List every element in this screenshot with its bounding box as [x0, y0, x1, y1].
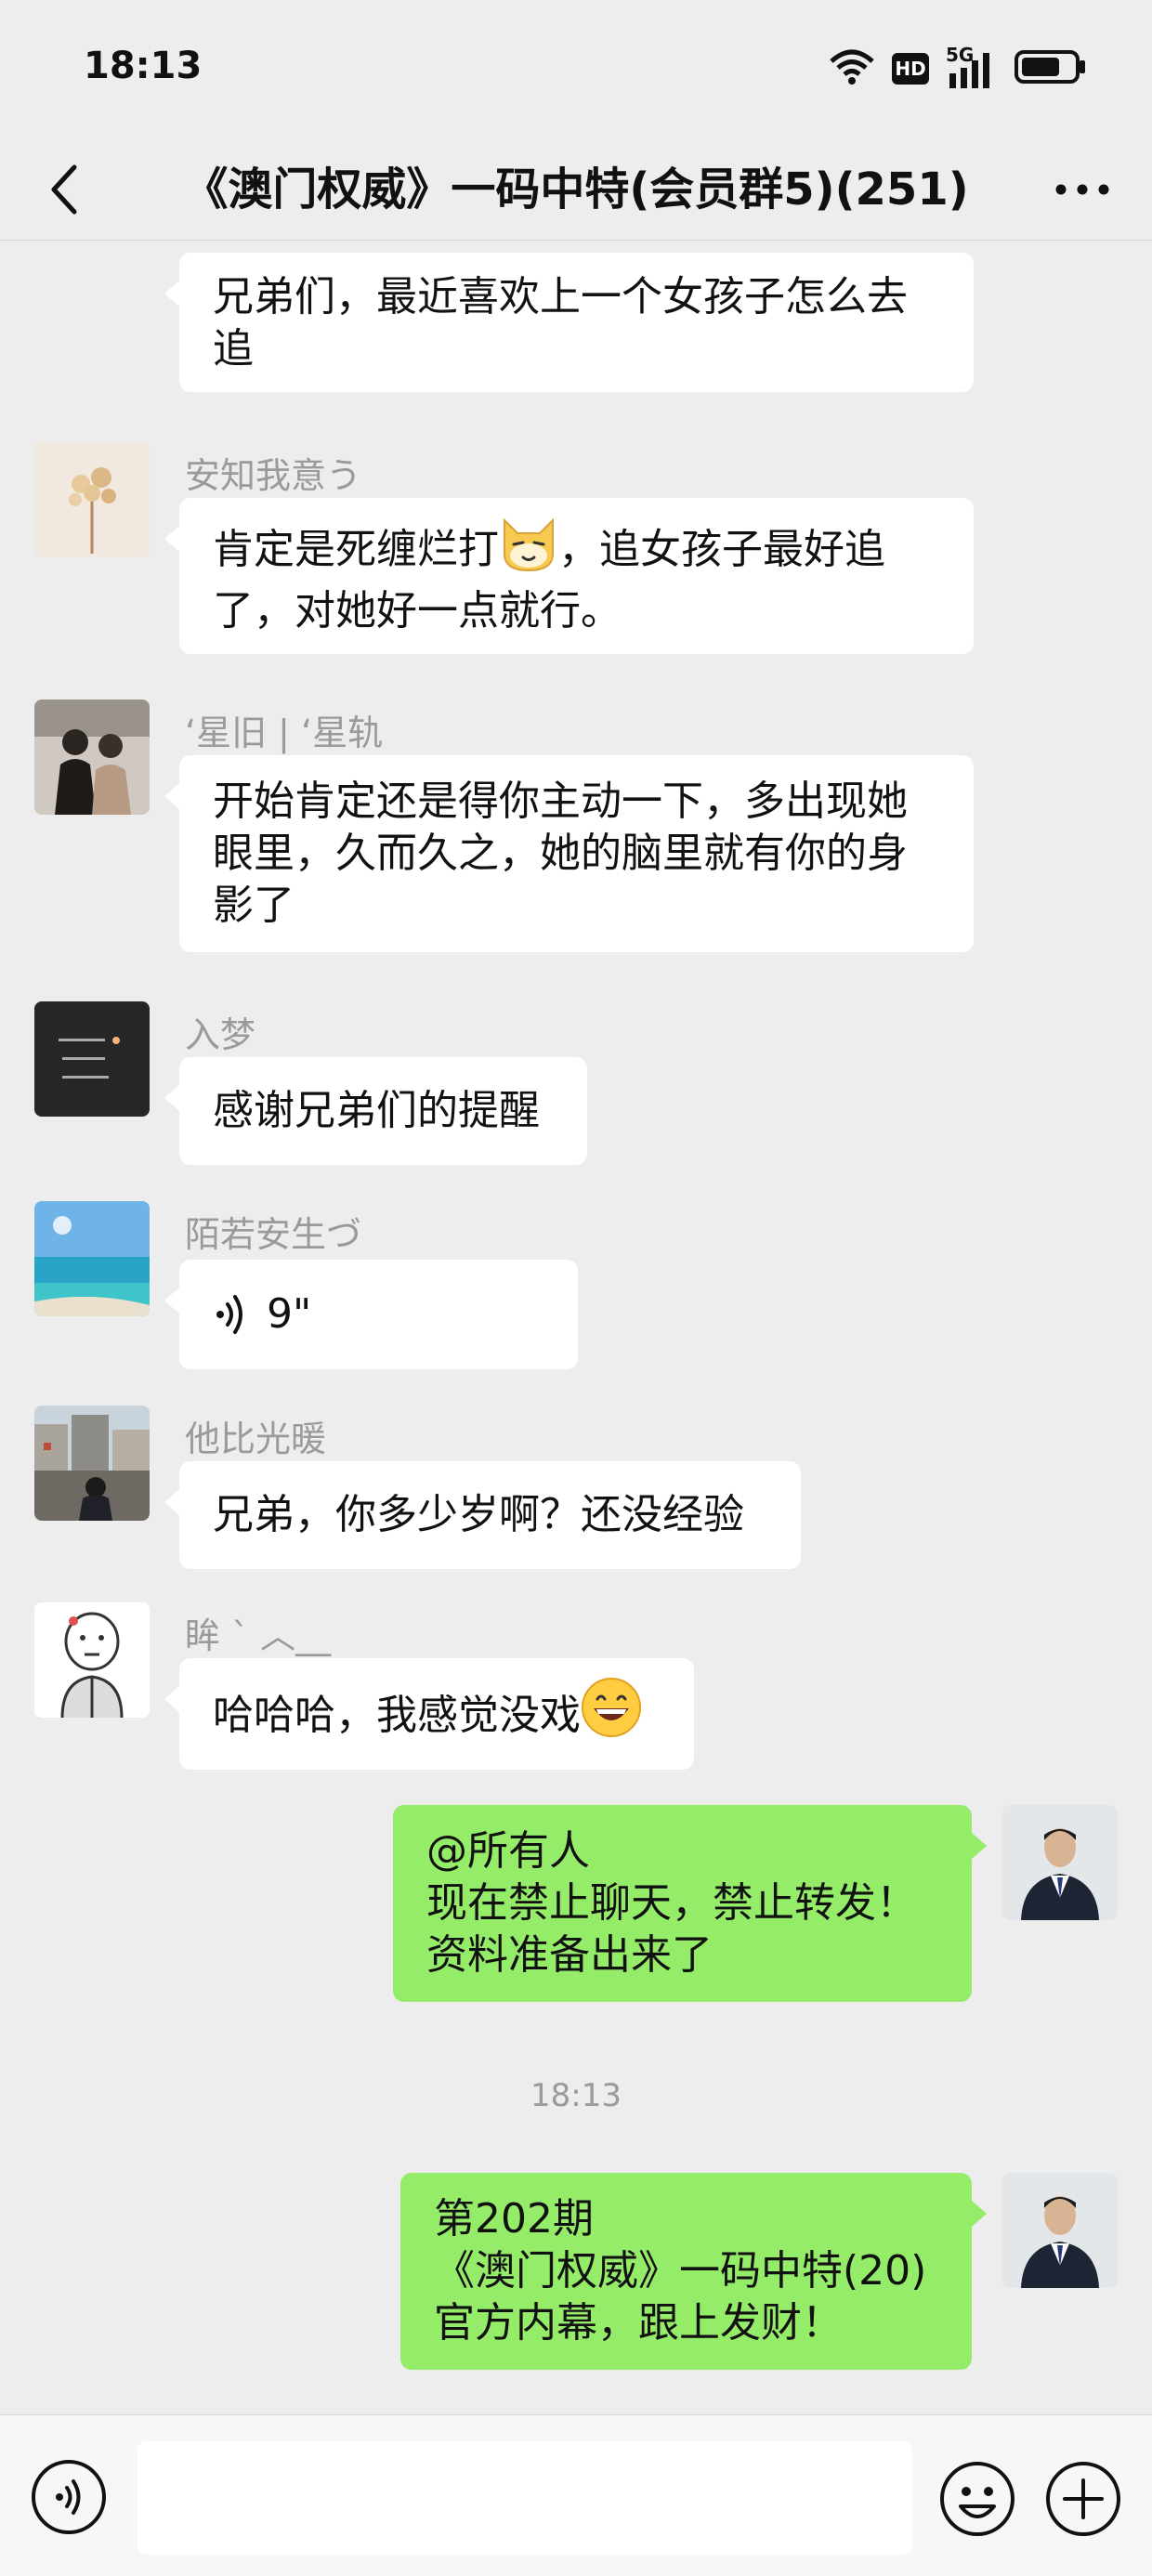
sender-name: 陌若安生づ — [185, 1214, 362, 1255]
message-bubble[interactable]: 第202期 《澳门权威》一码中特(20) 官方内幕，跟上发财！ — [400, 2173, 987, 2370]
message-input[interactable] — [137, 2441, 912, 2555]
message-item: 安知我意う 肯定是死缠烂打 ，追女孩子最好追 了，对她好一点就行。 — [0, 442, 1152, 665]
chevron-left-icon — [51, 164, 77, 215]
chat-title: 《澳门权威》一码中特(会员群5)(251) — [183, 163, 969, 216]
battery-icon — [1015, 48, 1087, 89]
avatar[interactable] — [34, 442, 150, 557]
status-bar: 18:13 HD 5G — [0, 0, 1152, 139]
message-item: 陌若安生づ 9" — [0, 1201, 1152, 1387]
message-item: 第202期 《澳门权威》一码中特(20) 官方内幕，跟上发财！ — [0, 2173, 1152, 2396]
avatar[interactable] — [34, 700, 150, 815]
message-text: 眼里，久而久之，她的脑里就有你的身 — [213, 830, 908, 877]
message-text: @所有人 — [426, 1827, 590, 1875]
voice-wave-icon — [216, 1295, 242, 1334]
avatar[interactable] — [1002, 1805, 1118, 1920]
chat-message-list[interactable]: 兄弟们，最近喜欢上一个女孩子怎么去 追 安知我意う 肯定是死缠烂打 ，追女孩子最好… — [0, 241, 1152, 2414]
status-icons: HD 5G — [829, 44, 1087, 93]
message-bubble[interactable]: 开始肯定还是得你主动一下，多出现她 眼里，久而久之，她的脑里就有你的身 影了 — [164, 755, 974, 952]
more-button[interactable] — [1041, 156, 1124, 223]
message-bubble[interactable]: 哈哈哈，我感觉没戏 — [164, 1658, 694, 1770]
avatar[interactable] — [34, 1602, 150, 1718]
status-time: 18:13 — [84, 45, 203, 87]
message-text: 影了 — [213, 882, 295, 929]
avatar[interactable] — [34, 1001, 150, 1117]
sender-name: 安知我意う — [185, 455, 362, 496]
message-text: 《澳门权威》一码中特(20) — [434, 2247, 927, 2295]
message-item: 入梦 感谢兄弟们的提醒 — [0, 1001, 1152, 1178]
message-item: 兄弟们，最近喜欢上一个女孩子怎么去 追 — [0, 241, 1152, 426]
more-functions-button[interactable] — [1044, 2460, 1122, 2538]
sender-name: ‘星旧 | ‘星轨 — [185, 713, 384, 753]
message-text: 兄弟们，最近喜欢上一个女孩子怎么去 — [213, 273, 908, 320]
signal-5g-icon: 5G — [946, 44, 998, 88]
message-text: 肯定是死缠烂打 ，追女孩子最好追 — [213, 517, 940, 585]
sender-name: 他比光暖 — [185, 1419, 327, 1459]
plus-icon — [1046, 2462, 1120, 2536]
message-bubble[interactable]: 肯定是死缠烂打 ，追女孩子最好追 了，对她好一点就行。 — [164, 498, 974, 654]
avatar[interactable] — [34, 1406, 150, 1521]
sender-name: 眸 ` ︿__ — [185, 1615, 332, 1656]
chat-header: 《澳门权威》一码中特(会员群5)(251) — [0, 139, 1152, 241]
message-bubble[interactable]: 兄弟们，最近喜欢上一个女孩子怎么去 追 — [164, 253, 974, 392]
cat-face-emoji — [499, 517, 558, 585]
message-text: 兄弟，你多少岁啊？还没经验 — [213, 1491, 744, 1538]
message-text: 哈哈哈，我感觉没戏 — [213, 1677, 642, 1751]
message-text: 第202期 — [434, 2195, 594, 2243]
avatar[interactable] — [1002, 2173, 1118, 2288]
message-text: 开始肯定还是得你主动一下，多出现她 — [213, 778, 908, 825]
grinning-face-emoji — [581, 1677, 642, 1751]
emoji-icon — [940, 2462, 1015, 2536]
message-text: 了，对她好一点就行。 — [213, 587, 622, 634]
back-button[interactable] — [32, 156, 98, 223]
message-bubble[interactable]: @所有人 现在禁止聊天，禁止转发！ 资料准备出来了 — [393, 1805, 987, 2002]
wifi-icon — [829, 48, 875, 89]
emoji-button[interactable] — [938, 2460, 1016, 2538]
message-bubble[interactable]: 兄弟，你多少岁啊？还没经验 — [164, 1461, 801, 1569]
voice-input-icon — [56, 2479, 81, 2515]
hd-icon: HD — [892, 53, 929, 85]
message-text: 资料准备出来了 — [426, 1931, 713, 1979]
voice-input-button[interactable] — [32, 2460, 106, 2534]
message-timestamp: 18:13 — [530, 2077, 622, 2114]
message-item: 他比光暖 兄弟，你多少岁啊？还没经验 — [0, 1406, 1152, 1582]
input-bar — [0, 2414, 1152, 2576]
sender-name: 入梦 — [185, 1014, 256, 1055]
message-text: 官方内幕，跟上发财！ — [434, 2299, 843, 2347]
message-text: 追 — [213, 325, 254, 373]
voice-message-bubble[interactable]: 9" — [164, 1260, 578, 1369]
message-item: @所有人 现在禁止聊天，禁止转发！ 资料准备出来了 — [0, 1805, 1152, 2028]
avatar[interactable] — [34, 1201, 150, 1316]
message-bubble[interactable]: 感谢兄弟们的提醒 — [164, 1057, 587, 1165]
message-text: 现在禁止聊天，禁止转发！ — [426, 1879, 917, 1927]
voice-duration: 9" — [267, 1290, 312, 1338]
message-text: 感谢兄弟们的提醒 — [213, 1087, 540, 1134]
message-item: ‘星旧 | ‘星轨 开始肯定还是得你主动一下，多出现她 眼里，久而久之，她的脑里… — [0, 700, 1152, 987]
more-dots-icon — [1055, 184, 1109, 195]
message-item: 眸 ` ︿__ 哈哈哈，我感觉没戏 — [0, 1602, 1152, 1788]
